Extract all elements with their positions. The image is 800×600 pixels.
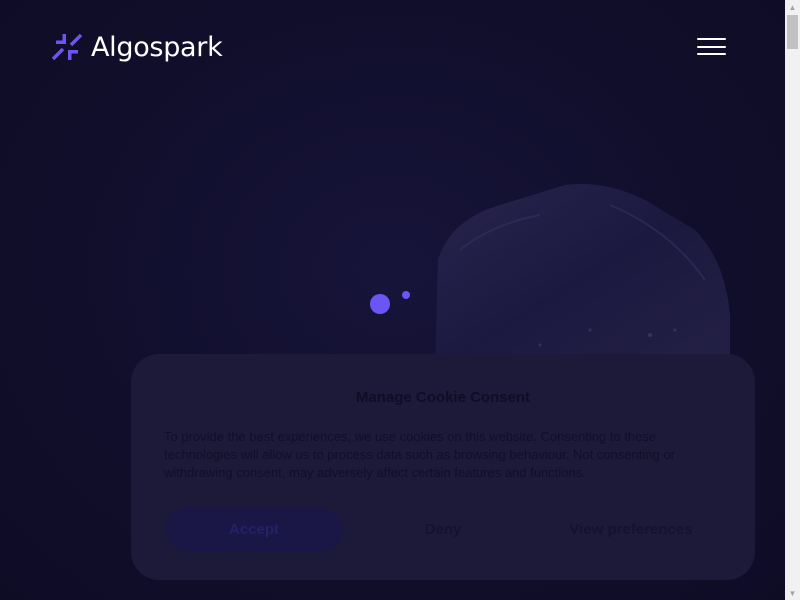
vertical-scrollbar[interactable]: ▲ ▼ — [785, 0, 800, 600]
scroll-thumb[interactable] — [787, 15, 798, 49]
accept-button[interactable]: Accept — [165, 508, 343, 551]
scroll-down-arrow-icon[interactable]: ▼ — [785, 586, 800, 600]
spark-arrows-icon — [51, 33, 83, 61]
menu-line — [697, 46, 726, 48]
menu-line — [697, 38, 726, 40]
consent-description: To provide the best experiences, we use … — [164, 429, 675, 480]
site-header: Algospark — [0, 0, 785, 95]
loading-dot-small — [402, 291, 410, 299]
brand-name: Algospark — [91, 31, 223, 63]
cookie-consent-panel: Manage Cookie Consent To provide the bes… — [131, 354, 755, 580]
loading-dot-large — [370, 294, 390, 314]
page: Algospark Manage Cookie Consent To provi… — [0, 0, 785, 600]
hero-globe-graphic — [435, 184, 730, 370]
deny-button[interactable]: Deny — [393, 508, 493, 551]
view-preferences-button[interactable]: View preferences — [551, 508, 711, 551]
menu-line — [697, 53, 726, 55]
scroll-up-arrow-icon[interactable]: ▲ — [785, 0, 800, 14]
brand-logo[interactable]: Algospark — [50, 31, 223, 63]
consent-title: Manage Cookie Consent — [355, 389, 531, 406]
hamburger-menu-icon[interactable] — [697, 37, 727, 57]
